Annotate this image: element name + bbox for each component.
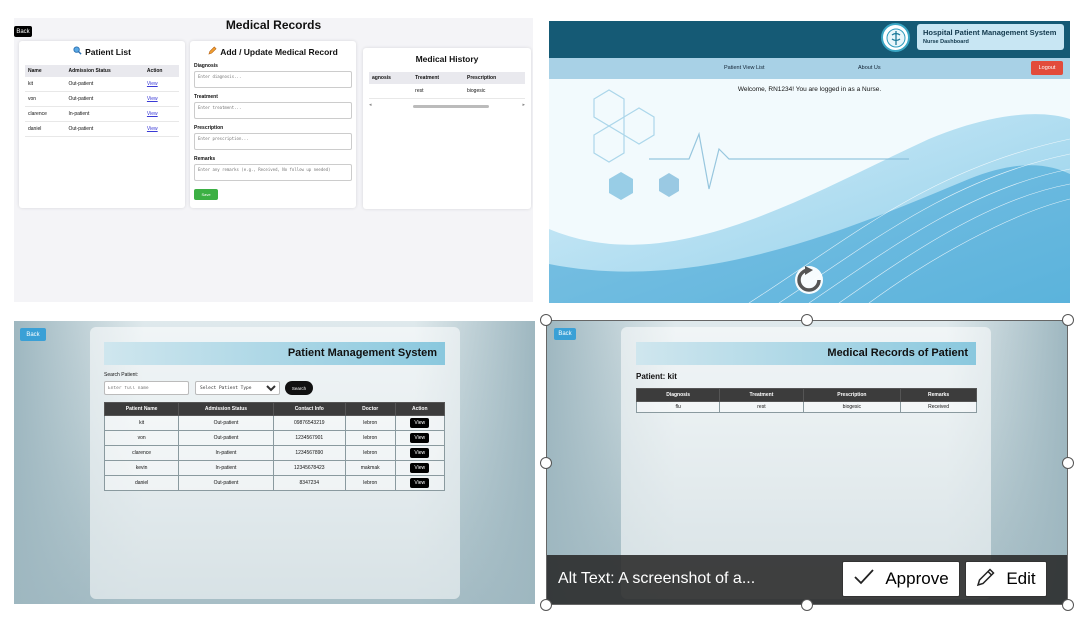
resize-handle-top-left[interactable] [540, 314, 552, 326]
treatment-label: Treatment [194, 94, 218, 100]
table-row: clarence In-patient 1234567890 lebron View [103, 445, 446, 461]
patient-list-title: Patient List [19, 46, 185, 57]
table-row: kit Out-patient View [25, 77, 179, 92]
column-header: Contact Info [272, 402, 346, 416]
system-title: Hospital Patient Management System [923, 28, 1057, 37]
view-button[interactable]: View [410, 433, 430, 443]
horizontal-scrollbar[interactable]: ◂ ▸ [369, 102, 525, 109]
view-button[interactable]: View [410, 463, 430, 473]
table-row: rest biogesic [369, 84, 525, 99]
resize-handle-bottom-right[interactable] [1062, 599, 1074, 611]
medical-history-card: Medical History agnosis Treatment Prescr… [363, 48, 531, 209]
medical-history-title: Medical History [415, 54, 479, 64]
pencil-icon [208, 46, 217, 57]
patient-list-table: Name Admission Status Action kit Out-pati… [25, 65, 179, 137]
column-header: Patient Name [103, 402, 180, 416]
column-header: Doctor [344, 402, 396, 416]
table-row: kevin In-patient 12345678423 makmak View [103, 460, 446, 476]
view-link[interactable]: View [147, 126, 158, 132]
medical-history-table: agnosis Treatment Prescription rest bioge… [369, 72, 525, 99]
search-button[interactable]: Search [285, 381, 313, 395]
column-header: Admission Status [65, 65, 144, 77]
selection-frame [546, 320, 1068, 605]
search-label: Search Patient: [104, 372, 139, 378]
search-input[interactable] [104, 381, 189, 395]
magnifier-icon [73, 46, 82, 57]
scroll-thumb[interactable] [413, 105, 489, 108]
view-link[interactable]: View [147, 111, 158, 117]
column-header: Admission Status [178, 402, 274, 416]
resize-handle-right[interactable] [1062, 457, 1074, 469]
dashboard-subtitle: Nurse Dashboard [923, 39, 969, 45]
column-header: Action [394, 402, 446, 416]
remarks-field[interactable] [194, 164, 352, 181]
hospital-logo-icon [881, 23, 910, 52]
diagnosis-field[interactable] [194, 71, 352, 88]
nav-patient-view-list[interactable]: Patient View List [724, 65, 765, 71]
table-row: daniel Out-patient 8347234 lebron View [103, 475, 446, 491]
patient-type-select[interactable]: Select Patient Type [195, 381, 280, 395]
patient-list-card: Patient List Name Admission Status Actio… [19, 41, 185, 208]
column-header: Prescription [463, 72, 525, 84]
welcome-message: Welcome, RN1234! You are logged in as a … [737, 86, 882, 93]
back-button[interactable]: Back [20, 328, 46, 341]
column-header: Action [143, 65, 179, 77]
logout-button[interactable]: Logout [1031, 61, 1063, 75]
table-row: daniel Out-patient View [25, 121, 179, 137]
remarks-label: Remarks [194, 156, 216, 162]
prescription-label: Prescription [194, 125, 224, 131]
nurse-dashboard-screenshot: Hospital Patient Management System Nurse… [549, 21, 1070, 303]
table-row: von Out-patient View [25, 91, 179, 107]
page-title: Medical Records [225, 18, 322, 32]
page-title: Patient Management System [104, 342, 445, 365]
patient-management-screenshot: Back Patient Management System Search Pa… [14, 321, 535, 604]
resize-handle-bottom[interactable] [801, 599, 813, 611]
patients-table: Patient Name Admission Status Contact In… [103, 402, 446, 491]
table-row: von Out-patient 1234567901 lebron View [103, 430, 446, 446]
record-form-card: Add / Update Medical Record Diagnosis Tr… [190, 41, 356, 208]
record-form-title: Add / Update Medical Record [190, 46, 356, 57]
nav-bar: Patient View List About Us [549, 58, 1070, 79]
prescription-field[interactable] [194, 133, 352, 150]
table-row: clarence In-patient View [25, 106, 179, 122]
resize-handle-top-right[interactable] [1062, 314, 1074, 326]
resize-handle-top[interactable] [801, 314, 813, 326]
diagnosis-label: Diagnosis [194, 63, 218, 69]
brand-box: Hospital Patient Management System Nurse… [917, 24, 1064, 50]
rotate-handle-icon[interactable] [793, 264, 825, 296]
view-button[interactable]: View [410, 418, 430, 428]
medical-records-screenshot: Back Medical Records Patient List Name A… [14, 18, 533, 302]
resize-handle-left[interactable] [540, 457, 552, 469]
column-header: Treatment [412, 72, 464, 84]
column-header: agnosis [369, 72, 413, 84]
scroll-left-icon[interactable]: ◂ [369, 102, 372, 108]
treatment-field[interactable] [194, 102, 352, 119]
resize-handle-bottom-left[interactable] [540, 599, 552, 611]
view-link[interactable]: View [147, 96, 158, 102]
view-button[interactable]: View [410, 478, 430, 488]
save-button[interactable]: Save [194, 189, 218, 200]
nav-about-us[interactable]: About Us [858, 65, 881, 71]
view-button[interactable]: View [410, 448, 430, 458]
column-header: Name [25, 65, 66, 77]
table-row: kit Out-patient 09876543219 lebron View [103, 415, 446, 431]
view-link[interactable]: View [147, 81, 158, 87]
scroll-right-icon[interactable]: ▸ [522, 102, 525, 108]
